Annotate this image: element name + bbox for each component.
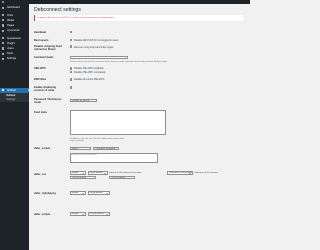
defer-scripts-alt-select-2[interactable]: Use by default [87, 212, 110, 216]
rest-checkbox[interactable] [69, 38, 73, 42]
sidebar-item-label: Posts [6, 13, 14, 17]
defer-styles-label: defer_stylelazyng [34, 191, 56, 195]
defer-css-select-4[interactable]: Use by default [69, 175, 96, 180]
feed-meta-textarea[interactable] [69, 110, 166, 135]
submenu-item-settings[interactable]: Settings [7, 98, 16, 101]
sidebar-item-label: Users [6, 46, 14, 50]
defer-css-inline-text-1: Interval of the element of function [109, 171, 142, 174]
sidebar-item-label: Comments [6, 29, 20, 33]
sidebar-item-label: Dashboard [6, 6, 20, 10]
dashboard-icon [2, 6, 5, 9]
submenu-item-debloat[interactable]: Debloat [7, 94, 16, 97]
comment-feed-description: Choose what to do with the comment feeds… [69, 60, 168, 63]
sidebar-item-label: Media [6, 18, 14, 22]
xmlrpc-pingback-label: Disable XML-RPC pingback [74, 67, 104, 71]
comment-feed-label: Comment feeds [34, 56, 54, 59]
rest-label: Rest assets [34, 38, 49, 42]
rest-checkbox-label: Disable REST API for non-logged in users [74, 38, 119, 42]
shortlinks-checkbox[interactable] [69, 86, 73, 89]
defer-scripts-select-2[interactable]: Customize by default [93, 146, 119, 151]
pin-icon [2, 14, 5, 17]
xmlrpc-label: XML-RPC [34, 67, 46, 70]
defer-scripts-select-1[interactable]: Select [69, 146, 91, 151]
xmlrpc-disable-checkbox[interactable] [69, 70, 73, 74]
admin-sidebar: Dashboard Posts Media Pages Comments App… [0, 3, 29, 250]
sidebar-item-dashboard[interactable]: Dashboard [0, 5, 29, 10]
defer-styles-select-2[interactable]: No by default [87, 191, 110, 195]
debloat-icon [2, 89, 5, 92]
page-icon [2, 24, 5, 27]
rsd-checkbox[interactable] [69, 78, 73, 81]
defer-css-label: defer_css [34, 172, 47, 176]
xmlrpc-disable-label: Disable XML-RPC completely [74, 71, 106, 75]
sidebar-item-label: Settings [6, 57, 17, 61]
page-title: Debconnect settings [34, 7, 82, 14]
password-mode-select[interactable]: Disable by default [69, 98, 97, 103]
sidebar-submenu: Debloat Settings [0, 93, 29, 102]
defer-css-select-5[interactable]: Use by default [109, 175, 135, 180]
settings-icon [2, 57, 5, 60]
plugin-icon [2, 42, 5, 45]
xmlrpc-pingback-checkbox[interactable] [69, 67, 73, 70]
defer-css-select-2[interactable]: No by default [87, 171, 108, 175]
sidebar-item-label: Debloat [6, 88, 16, 92]
notice-text: It appears that you are on WP 5.0 or new… [37, 16, 114, 19]
brush-icon [2, 37, 5, 40]
shortlinks-label: Enable displaying versions & meta [34, 86, 57, 93]
defer-css-select-1[interactable]: Empty [69, 171, 86, 175]
comment-feed-input[interactable] [69, 55, 128, 60]
defer-scripts-alt-select-1[interactable]: Empty [69, 212, 86, 216]
password-mode-label: Password / Reinterpre mode [34, 98, 62, 105]
emoji-checkbox-label: Remove emoji script and inline styles [74, 45, 114, 49]
defer-css-select-3[interactable]: Lazy-load CSS by default [167, 171, 193, 175]
sidebar-item-label: Pages [6, 23, 15, 27]
defer-scripts-placeholder: Comma or Line separated [71, 153, 97, 156]
defer-css-inline-text-2: Selection of the element [194, 171, 218, 174]
sidebar-item-settings[interactable]: Settings [0, 56, 29, 61]
feed-meta-label: Feed meta [34, 110, 47, 114]
rsd-checkbox-label: Disable all remote XML-RPC [74, 78, 105, 82]
heartbeat-label: Heartbeat [34, 30, 46, 34]
heartbeat-checkbox[interactable] [69, 30, 73, 34]
sidebar-item-label: Tools [6, 52, 13, 56]
comment-icon [2, 29, 5, 32]
sidebar-item-comments[interactable]: Comments [0, 28, 29, 33]
emoji-label: Disable outgoing Feed references library [34, 45, 62, 52]
media-icon [2, 19, 5, 22]
users-icon [2, 47, 5, 50]
sidebar-item-label: Plugins [6, 41, 16, 45]
main-content: Debconnect settings It appears that you … [29, 4, 250, 250]
rsd-label: RSD links [34, 78, 47, 81]
defer-styles-select-1[interactable]: Empty [69, 191, 86, 195]
defer-scripts-alt-label: defer_scripts [34, 212, 51, 216]
feed-meta-description: IP address, user ids, etc. Use this fiel… [69, 137, 124, 143]
error-notice: It appears that you are on WP 5.0 or new… [34, 15, 243, 22]
emoji-checkbox[interactable] [69, 45, 73, 48]
wrench-icon [2, 52, 5, 55]
sidebar-item-label: Appearance [6, 36, 22, 40]
defer-scripts-label: defer_scripts [34, 147, 51, 150]
